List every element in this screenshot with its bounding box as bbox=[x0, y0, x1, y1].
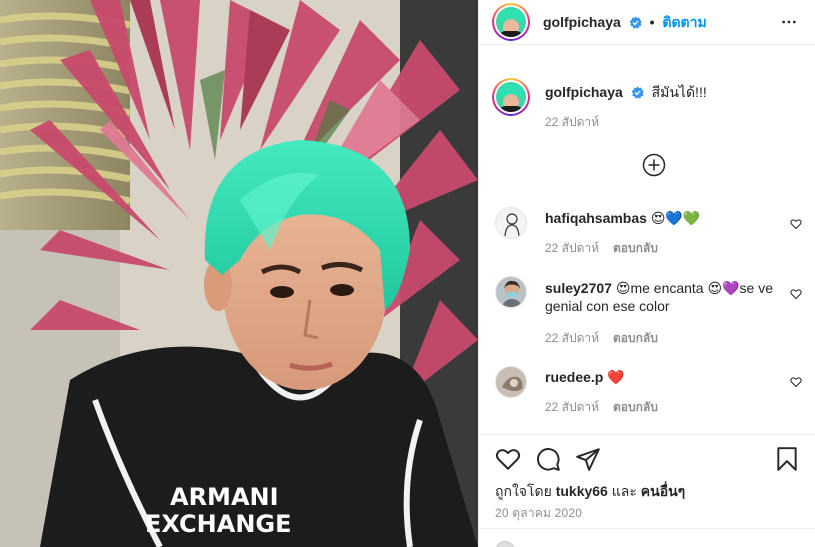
post-photo-illustration: ARMANI EXCHANGE bbox=[0, 0, 478, 547]
reply-button[interactable]: ตอบกลับ bbox=[613, 331, 658, 345]
caption-line: golfpichaya สีมันได้!!! bbox=[545, 82, 707, 104]
reply-button[interactable]: ตอบกลับ bbox=[613, 241, 658, 255]
caption-time[interactable]: 22 สัปดาห์ bbox=[545, 113, 599, 132]
separator-dot: • bbox=[649, 14, 655, 30]
post-photo[interactable]: ARMANI EXCHANGE bbox=[0, 0, 478, 547]
comment-meta: 22 สัปดาห์ ตอบกลับ bbox=[545, 239, 658, 258]
share-icon[interactable] bbox=[575, 446, 601, 472]
likes-others-link[interactable]: คนอื่นๆ bbox=[641, 483, 685, 499]
load-more-comments-icon[interactable] bbox=[642, 153, 666, 177]
likes-summary: ถูกใจโดย tukky66 และ คนอื่นๆ bbox=[495, 481, 685, 503]
comment-avatar[interactable] bbox=[495, 207, 527, 239]
verified-badge-icon bbox=[631, 86, 644, 99]
likes-connector: และ bbox=[611, 483, 637, 499]
comment-time[interactable]: 22 สัปดาห์ bbox=[545, 331, 599, 345]
comment-username[interactable]: ruedee.p bbox=[545, 369, 603, 385]
header-username[interactable]: golfpichaya bbox=[543, 14, 621, 30]
post-side-panel: golfpichaya • ติดตาม golfpichaya สีมันได… bbox=[478, 0, 815, 547]
comment-meta: 22 สัปดาห์ ตอบกลับ bbox=[545, 398, 658, 417]
post-date[interactable]: 20 ตุลาคม 2020 bbox=[495, 504, 582, 523]
header-avatar[interactable] bbox=[492, 3, 530, 41]
likes-prefix: ถูกใจโดย bbox=[495, 483, 552, 499]
post-header: golfpichaya • ติดตาม bbox=[479, 0, 815, 44]
reply-button[interactable]: ตอบกลับ bbox=[613, 400, 658, 414]
comment-time[interactable]: 22 สัปดาห์ bbox=[545, 400, 599, 414]
comment-username[interactable]: suley2707 bbox=[545, 280, 612, 296]
comment-time[interactable]: 22 สัปดาห์ bbox=[545, 241, 599, 255]
comment-icon[interactable] bbox=[535, 446, 561, 472]
likes-user-link[interactable]: tukky66 bbox=[556, 483, 608, 499]
comment-username[interactable]: hafiqahsambas bbox=[545, 210, 647, 226]
follow-button[interactable]: ติดตาม bbox=[662, 14, 706, 30]
verified-badge-icon bbox=[629, 16, 642, 29]
actions-divider bbox=[479, 434, 815, 435]
comment-text-line: hafiqahsambas 😍💙💚 bbox=[545, 209, 765, 227]
caption-text: สีมันได้!!! bbox=[651, 84, 707, 100]
shirt-text-line1: ARMANI bbox=[170, 483, 279, 511]
heart-icon[interactable] bbox=[495, 446, 521, 472]
comment-avatar[interactable] bbox=[495, 366, 527, 398]
action-bar bbox=[479, 444, 815, 474]
comment-like-icon[interactable] bbox=[790, 288, 802, 300]
header-user-line: golfpichaya • ติดตาม bbox=[543, 12, 707, 34]
comment-text: 😍💙💚 bbox=[650, 210, 701, 226]
comment-like-icon[interactable] bbox=[790, 376, 802, 388]
shirt-text-line2: EXCHANGE bbox=[145, 510, 292, 538]
bookmark-icon[interactable] bbox=[774, 446, 800, 472]
comment-box-emoji-icon[interactable] bbox=[495, 541, 515, 547]
instagram-post: ARMANI EXCHANGE golfpichaya • ติดตาม gol… bbox=[0, 0, 815, 547]
header-divider bbox=[479, 44, 815, 45]
comment-text: ❤️ bbox=[607, 369, 625, 385]
comment-text-line: ruedee.p ❤️ bbox=[545, 368, 765, 386]
more-options-icon[interactable] bbox=[780, 14, 798, 30]
comment-like-icon[interactable] bbox=[790, 218, 802, 230]
comment-meta: 22 สัปดาห์ ตอบกลับ bbox=[545, 329, 658, 348]
comment-avatar[interactable] bbox=[495, 276, 527, 308]
comment-text-line: suley2707 😍me encanta 😍💜se ve genial con… bbox=[545, 279, 775, 315]
caption-avatar[interactable] bbox=[492, 78, 530, 116]
caption-username[interactable]: golfpichaya bbox=[545, 84, 623, 100]
comment-box-divider bbox=[479, 528, 815, 529]
